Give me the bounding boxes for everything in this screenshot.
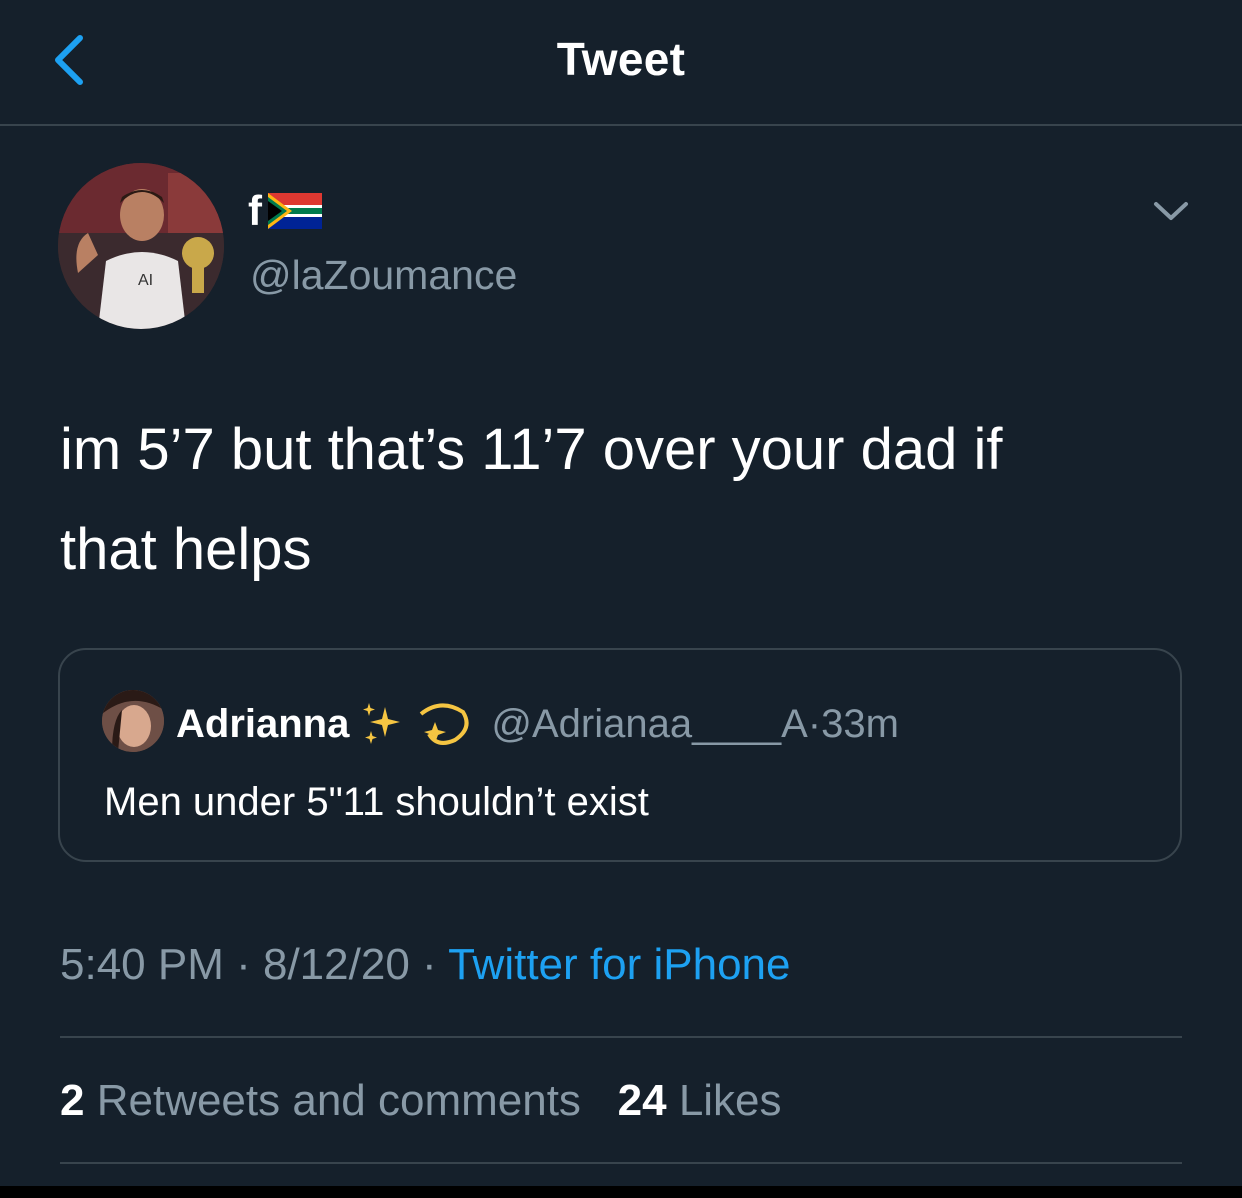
tweet-time: 5:40 PM bbox=[60, 940, 224, 989]
page-title: Tweet bbox=[556, 33, 686, 85]
meta-separator: · bbox=[223, 940, 263, 989]
quoted-tweet-text: Men under 5"11 shouldn’t exist bbox=[104, 780, 649, 824]
likes-stat[interactable]: 24 Likes bbox=[618, 1076, 782, 1125]
author-handle[interactable]: @laZoumance bbox=[250, 252, 517, 299]
retweets-count: 2 bbox=[60, 1076, 85, 1125]
tweet-stats: 2 Retweets and comments 24 Likes bbox=[60, 1076, 782, 1126]
quoted-author-avatar bbox=[102, 690, 164, 752]
tweet-text-line: im 5’7 but that’s 11’7 over your dad if bbox=[60, 417, 1003, 482]
tweet-text: im 5’7 but that’s 11’7 over your dad if … bbox=[60, 400, 1190, 600]
chevron-down-icon[interactable] bbox=[1150, 196, 1192, 228]
tweet-date: 8/12/20 bbox=[262, 940, 410, 989]
tweet-text-line: that helps bbox=[60, 517, 312, 582]
quoted-tweet-time: 33m bbox=[821, 701, 899, 746]
divider bbox=[60, 1162, 1182, 1164]
quoted-avatar-image bbox=[102, 690, 164, 752]
svg-text:AI: AI bbox=[138, 272, 153, 289]
header-divider bbox=[0, 124, 1242, 126]
bottom-edge bbox=[0, 1186, 1242, 1198]
tweet-source-link[interactable]: Twitter for iPhone bbox=[448, 940, 790, 989]
dizzy-icon bbox=[420, 703, 469, 745]
quoted-tweet-separator: · bbox=[807, 701, 822, 746]
author-display-name[interactable]: f bbox=[248, 190, 322, 232]
south-africa-flag-icon bbox=[268, 193, 322, 229]
retweets-label: Retweets and comments bbox=[96, 1076, 581, 1125]
avatar-image: AI bbox=[58, 163, 224, 329]
sparkles-icon bbox=[363, 703, 401, 744]
quoted-tweet-card[interactable]: Adrianna @Adrianaa____A · 33m Men under … bbox=[58, 648, 1182, 862]
quoted-tweet-header: Adrianna @Adrianaa____A · 33m bbox=[176, 694, 899, 754]
quoted-author-handle: @Adrianaa____A bbox=[491, 701, 808, 746]
meta-separator: · bbox=[409, 940, 449, 989]
author-avatar[interactable]: AI bbox=[58, 163, 224, 329]
quoted-author-name: Adrianna bbox=[176, 701, 350, 746]
tweet-meta: 5:40 PM · 8/12/20 · Twitter for iPhone bbox=[60, 940, 790, 990]
retweets-stat[interactable]: 2 Retweets and comments bbox=[60, 1076, 581, 1125]
divider bbox=[60, 1036, 1182, 1038]
display-name-text: f bbox=[248, 187, 262, 234]
top-bar: Tweet bbox=[0, 0, 1242, 124]
likes-label: Likes bbox=[678, 1076, 782, 1125]
likes-count: 24 bbox=[617, 1076, 667, 1125]
